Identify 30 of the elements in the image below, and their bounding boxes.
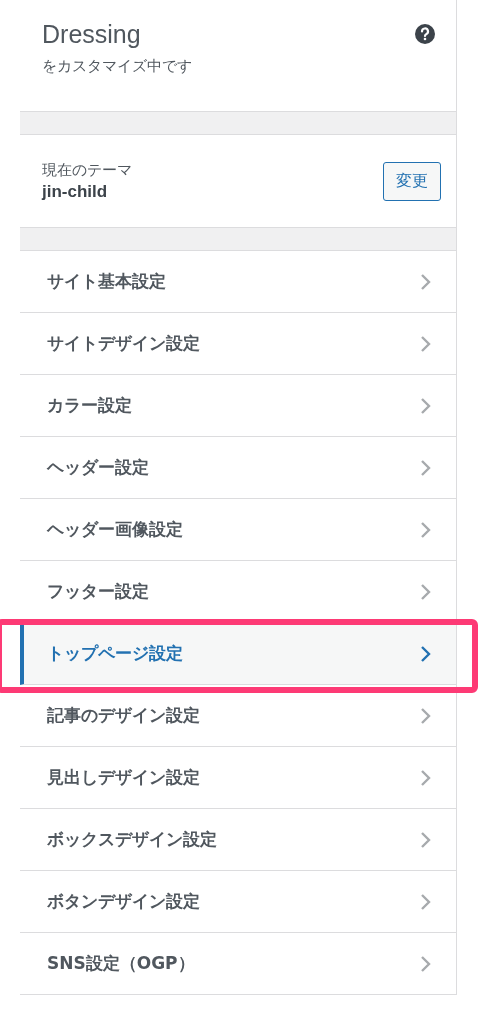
chevron-icon bbox=[420, 582, 432, 601]
section-item[interactable]: トップページ設定 bbox=[20, 623, 456, 685]
section-item[interactable]: ヘッダー画像設定 bbox=[20, 499, 456, 561]
chevron-icon bbox=[420, 272, 432, 291]
section-item[interactable]: SNS設定（OGP） bbox=[20, 933, 456, 995]
customizing-caption: をカスタマイズ中です bbox=[42, 57, 192, 76]
section-item[interactable]: サイトデザイン設定 bbox=[20, 313, 456, 375]
chevron-icon bbox=[420, 458, 432, 477]
theme-name: jin-child bbox=[42, 181, 109, 202]
chevron-icon bbox=[420, 706, 432, 725]
section-item[interactable]: ボタンデザイン設定 bbox=[20, 871, 456, 933]
section-item[interactable]: 記事のデザイン設定 bbox=[20, 685, 456, 747]
section-item[interactable]: カラー設定 bbox=[20, 375, 456, 437]
chevron-icon bbox=[420, 396, 432, 415]
section-item[interactable]: ボックスデザイン設定 bbox=[20, 809, 456, 871]
section-item[interactable]: 見出しデザイン設定 bbox=[20, 747, 456, 809]
chevron-icon bbox=[420, 768, 432, 787]
section-item[interactable]: ヘッダー設定 bbox=[20, 437, 456, 499]
section-item[interactable]: フッター設定 bbox=[20, 561, 456, 623]
chevron-icon bbox=[420, 334, 432, 353]
chevron-icon bbox=[420, 954, 432, 973]
change-theme-button[interactable]: 変更 bbox=[383, 161, 441, 201]
help-icon[interactable] bbox=[415, 24, 435, 44]
chevron-icon bbox=[420, 520, 432, 539]
section-item[interactable]: サイト基本設定 bbox=[20, 251, 456, 313]
chevron-icon bbox=[420, 892, 432, 911]
chevron-icon bbox=[420, 830, 432, 849]
site-title: Dressing bbox=[42, 20, 142, 49]
chevron-icon bbox=[420, 644, 432, 663]
theme-label: 現在のテーマ bbox=[42, 160, 132, 180]
